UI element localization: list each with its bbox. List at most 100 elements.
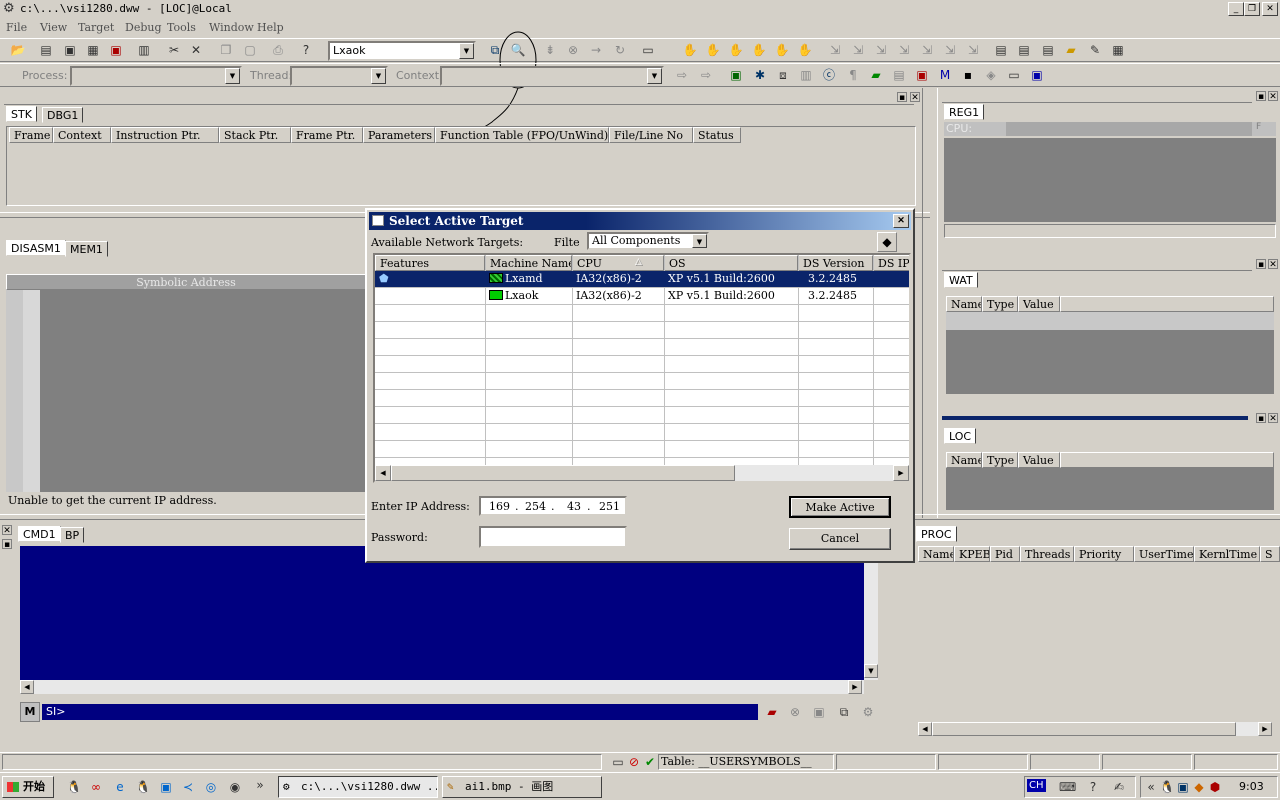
tool5-icon[interactable]: ⓒ [821,67,837,83]
col-instruction-ptr[interactable]: Instruction Ptr. [111,127,219,143]
go-icon[interactable]: → [588,42,604,58]
cmd-output[interactable] [20,546,864,680]
tab-wat[interactable]: WAT [944,272,978,288]
workspace-icon[interactable]: ▤ [38,42,54,58]
tool14-icon[interactable]: ▣ [1029,67,1045,83]
col-usertime[interactable]: UserTime [1134,546,1194,562]
keyboard-icon[interactable]: ⌨ [1059,779,1076,795]
filter-combo[interactable]: All Components ▼ [587,232,709,250]
col-priority[interactable]: Priority [1074,546,1134,562]
task-vsi[interactable]: ⚙ c:\...\vsi1280.dww ... [278,776,438,798]
ip-address-field[interactable]: 169 . 254 . 43 . 251 [479,496,627,516]
tool8-icon[interactable]: ▤ [891,67,907,83]
quick-icon-2[interactable]: ∞ [88,779,104,795]
bp6-icon[interactable]: ✋ [797,42,813,58]
col-cpu[interactable]: CPU △ [572,255,664,271]
scroll-right-icon[interactable]: ▶ [893,465,909,481]
menu-window[interactable]: Window [209,21,254,34]
clear-cmd-icon[interactable]: ▣ [811,704,827,720]
cut-icon[interactable]: ✂ [166,42,182,58]
cpu-combo[interactable] [1006,122,1252,136]
close-button[interactable]: ✕ [1262,2,1278,16]
col-name[interactable]: Name [918,546,954,562]
col-type[interactable]: Type [982,296,1018,312]
cmd-input[interactable]: SI> [42,704,758,720]
step1-icon[interactable]: ⇲ [827,42,843,58]
process-combo[interactable]: ▼ [70,66,242,86]
step5-icon[interactable]: ⇲ [919,42,935,58]
menu-debug[interactable]: Debug [125,21,162,34]
col-context[interactable]: Context [53,127,111,143]
pin-icon[interactable]: ▪ [897,92,907,103]
ip-octet-3[interactable]: 43 [567,500,581,513]
tool1-icon[interactable]: ▣ [728,67,744,83]
panel-close-icon[interactable]: ✕ [1268,91,1278,102]
col-kernltime[interactable]: KernlTime [1194,546,1260,562]
col-file-line[interactable]: File/Line No [609,127,693,143]
col-os[interactable]: OS [664,255,798,271]
vertical-splitter[interactable] [922,88,938,518]
scroll-left-icon[interactable]: ◀ [918,722,932,736]
pin-icon[interactable]: ▪ [2,539,12,550]
col-value[interactable]: Value [1018,452,1060,468]
bp2-icon[interactable]: ✋ [705,42,721,58]
tool2-icon[interactable]: ✱ [752,67,768,83]
tray-expand-icon[interactable]: « [1143,779,1159,795]
tool4-icon[interactable]: ▥ [798,67,814,83]
tool3-icon[interactable]: ⧈ [775,67,791,83]
view2-icon[interactable]: ▤ [1016,42,1032,58]
start-button[interactable]: 开始 [2,776,54,798]
scroll-right-icon[interactable]: ▶ [1258,722,1272,736]
window-list-icon[interactable]: ▭ [640,42,656,58]
chevron-down-icon[interactable]: ▼ [692,234,707,248]
pin-icon[interactable]: ▪ [1256,413,1266,424]
chevron-down-icon[interactable]: ▼ [225,68,240,84]
panel-close-icon[interactable]: ✕ [1268,413,1278,424]
bp3-icon[interactable]: ✋ [728,42,744,58]
clear-icon[interactable]: ✕ [188,42,204,58]
ime-help-icon[interactable]: ? [1085,779,1101,795]
tray-icon-4[interactable]: ⬢ [1207,779,1223,795]
quick-icon-5[interactable]: ▣ [158,779,174,795]
col-stack-ptr[interactable]: Stack Ptr. [219,127,291,143]
qq-icon[interactable]: 🐧 [66,779,82,795]
scroll-right-icon[interactable]: ▶ [848,680,862,694]
tab-reg1[interactable]: REG1 [944,104,985,120]
tab-mem1[interactable]: MEM1 [65,241,108,257]
context-combo[interactable]: ▼ [440,66,664,86]
cmd-m-icon[interactable]: M [20,702,40,722]
panel-close-icon[interactable]: ✕ [1268,259,1278,270]
col-kpeb[interactable]: KPEB [954,546,990,562]
col-machine-name[interactable]: Machine Name [485,255,572,271]
quick-icon-7[interactable]: ◎ [203,779,219,795]
scroll-left-icon[interactable]: ◀ [375,465,391,481]
ip-octet-2[interactable]: 254 [525,500,546,513]
tray-qq-icon[interactable]: 🐧 [1159,779,1175,795]
thread-combo[interactable]: ▼ [290,66,388,86]
col-status[interactable]: Status [693,127,741,143]
restore-button[interactable]: ❐ [1244,2,1260,16]
tool6-icon[interactable]: ¶ [845,67,861,83]
cmd-vscroll[interactable]: ▼ [864,546,878,680]
scroll-thumb[interactable] [391,465,735,481]
open-icon[interactable]: 📂 [10,42,26,58]
tab-stk[interactable]: STK [6,106,37,122]
chevron-down-icon[interactable]: ▼ [647,68,662,84]
bp1-icon[interactable]: ✋ [682,42,698,58]
tab-bp[interactable]: BP [60,527,85,543]
col-parameters[interactable]: Parameters [363,127,435,143]
app-gear-icon[interactable]: ⚙ [3,1,15,16]
make-active-button[interactable]: Make Active [789,496,891,518]
col-s[interactable]: S [1260,546,1280,562]
scroll-left-icon[interactable]: ◀ [20,680,34,694]
col-ds-ip[interactable]: DS IP [873,255,909,271]
tab-proc[interactable]: PROC [916,526,957,542]
col-threads[interactable]: Threads [1020,546,1074,562]
bp4-icon[interactable]: ✋ [751,42,767,58]
table-row[interactable]: Lxaok IA32(x86)-2 XP v5.1 Build:2600 3.2… [375,288,909,305]
step7-icon[interactable]: ⇲ [965,42,981,58]
copy-icon[interactable]: ❐ [218,42,234,58]
view3-icon[interactable]: ▤ [1040,42,1056,58]
pin-icon[interactable]: ▪ [1256,259,1266,270]
dialog-close-button[interactable]: ✕ [893,214,909,228]
